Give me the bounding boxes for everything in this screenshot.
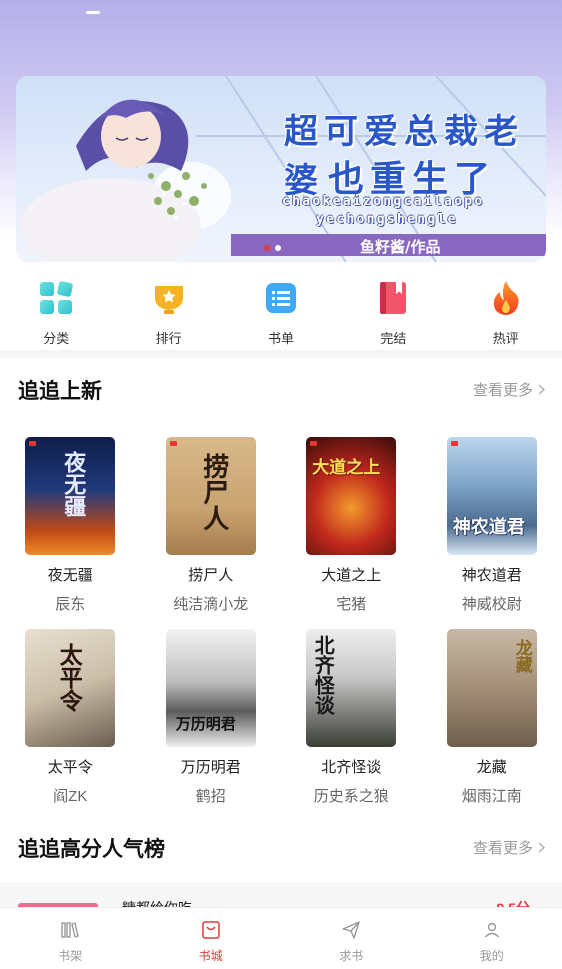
view-more-new[interactable]: 查看更多 (473, 379, 546, 400)
book-card[interactable]: 夜无疆 夜无疆 辰东 (0, 437, 141, 629)
nav-request-book[interactable]: 求书 (281, 908, 422, 969)
status-bar-indicator (86, 11, 100, 14)
book-cover: 北齐怪谈 (306, 629, 397, 747)
book-author: 神威校尉 (461, 596, 522, 613)
user-icon (484, 922, 499, 938)
view-more-label: 查看更多 (472, 382, 533, 399)
trophy-icon (149, 278, 189, 318)
book-title: 捞尸人 (188, 567, 234, 584)
book-title: 夜无疆 (47, 567, 93, 584)
chevron-right-icon (538, 384, 546, 395)
chevron-right-icon (538, 842, 546, 853)
book-author: 辰东 (55, 596, 86, 613)
category-bar: 分类 排行 书单 完结 热评 (0, 278, 562, 348)
book-icon (373, 278, 413, 318)
paper-plane-icon (342, 921, 360, 939)
book-card[interactable]: 大道之上 大道之上 宅猪 (281, 437, 422, 629)
bottom-nav: 书架 书城 求书 我的 (0, 907, 562, 969)
grid-icon (36, 278, 76, 318)
category-label: 完结 (380, 331, 407, 346)
book-card[interactable]: 龙藏 龙藏 烟雨江南 (422, 629, 562, 821)
bookshelf-icon (61, 922, 80, 938)
book-title: 神农道君 (461, 567, 522, 584)
nav-label: 求书 (339, 949, 364, 963)
banner-author: 鱼籽酱/作品 (360, 238, 441, 256)
nav-label: 我的 (479, 949, 504, 963)
banner-pinyin-line2: yechongshengle (316, 212, 458, 227)
book-cover: 神农道君 (446, 437, 537, 555)
view-more-label: 查看更多 (472, 840, 533, 857)
banner-dot-active[interactable] (264, 245, 270, 251)
book-title: 北齐怪谈 (321, 759, 382, 776)
category-label: 分类 (43, 331, 70, 346)
category-ranking[interactable]: 排行 (112, 278, 224, 348)
nav-bookshelf[interactable]: 书架 (0, 908, 141, 969)
section-title-rank: 追追高分人气榜 (18, 838, 165, 861)
book-card[interactable]: 万历明君 万历明君 鹤招 (141, 629, 282, 821)
book-cover: 捞尸人 (165, 437, 256, 555)
banner-pinyin-line1: chaokeaizongcailaopo (282, 194, 485, 209)
list-icon (261, 278, 301, 318)
category-booklist[interactable]: 书单 (225, 278, 337, 348)
category-label: 热评 (492, 331, 519, 346)
nav-label: 书城 (198, 949, 223, 963)
book-author: 阎ZK (53, 788, 88, 805)
book-author: 宅猪 (336, 596, 367, 613)
category-label: 书单 (267, 331, 294, 346)
rank-list-item[interactable]: 糖都给你吃 9.5分 (0, 882, 562, 916)
nav-profile[interactable]: 我的 (422, 908, 562, 969)
book-grid: 夜无疆 夜无疆 辰东 捞尸人 捞尸人 纯洁滴小龙 大道之上 大道之上 宅猪 神农… (0, 437, 562, 821)
book-cover: 大道之上 (306, 437, 397, 555)
book-title: 太平令 (47, 759, 93, 776)
book-author: 历史系之狼 (313, 788, 389, 805)
book-author: 烟雨江南 (461, 788, 522, 805)
book-cover: 龙藏 (446, 629, 537, 747)
book-author: 鹤招 (195, 788, 226, 805)
category-label: 排行 (155, 331, 182, 346)
category-hot-comments[interactable]: 热评 (450, 278, 562, 348)
book-card[interactable]: 神农道君 神农道君 神威校尉 (422, 437, 562, 629)
book-cover: 太平令 (25, 629, 116, 747)
nav-label: 书架 (58, 949, 83, 963)
section-title-new: 追追上新 (18, 380, 102, 403)
book-card[interactable]: 北齐怪谈 北齐怪谈 历史系之狼 (281, 629, 422, 821)
banner-pagination (264, 245, 281, 251)
book-cover: 夜无疆 (25, 437, 116, 555)
book-author: 纯洁滴小龙 (173, 596, 249, 613)
bag-icon (202, 921, 220, 939)
nav-bookstore[interactable]: 书城 (141, 908, 282, 969)
book-cover: 万历明君 (165, 629, 256, 747)
category-classify[interactable]: 分类 (0, 278, 112, 348)
flame-icon (486, 278, 526, 318)
book-card[interactable]: 捞尸人 捞尸人 纯洁滴小龙 (141, 437, 282, 629)
book-title: 龙藏 (476, 759, 507, 776)
view-more-rank[interactable]: 查看更多 (473, 837, 546, 858)
section-divider (0, 350, 562, 358)
category-completed[interactable]: 完结 (337, 278, 449, 348)
book-card[interactable]: 太平令 太平令 阎ZK (0, 629, 141, 821)
banner-dot[interactable] (275, 245, 281, 251)
book-title: 万历明君 (180, 759, 241, 776)
promo-banner[interactable]: 超可爱总裁老婆 也重生了 chaokeaizongcailaopo yechon… (16, 76, 546, 262)
book-title: 大道之上 (321, 567, 382, 584)
